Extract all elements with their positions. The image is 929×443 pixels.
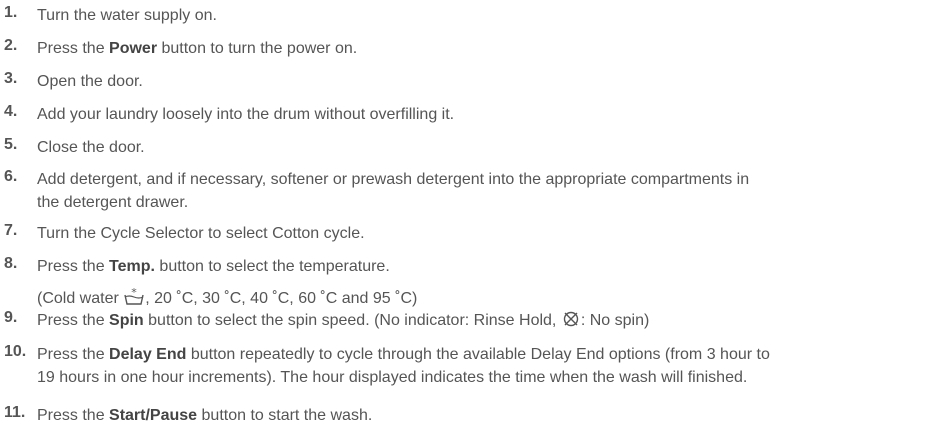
- svg-text:*: *: [132, 288, 138, 299]
- step-number: 6.: [4, 168, 18, 185]
- step-text: Press the Power button to turn the power…: [37, 40, 358, 57]
- step-text: Press the Spin button to select the spin…: [37, 309, 925, 335]
- step-text: Turn the water supply on.: [37, 7, 217, 24]
- step-number: 9.: [4, 309, 18, 326]
- power-button-label: Power: [109, 40, 158, 57]
- step-number: 4.: [4, 103, 18, 120]
- step-text: Turn the Cycle Selector to select Cotton…: [37, 225, 365, 242]
- step-number: 10.: [4, 343, 27, 360]
- step-number: 3.: [4, 70, 18, 87]
- start-pause-button-label: Start/Pause: [109, 407, 198, 424]
- step-text: Open the door.: [37, 73, 143, 90]
- step-text: Press the Delay End button repeatedly to…: [37, 343, 925, 389]
- step-number: 2.: [4, 37, 18, 54]
- step-number: 5.: [4, 136, 18, 153]
- step-text-line: 19 hours in one hour increments). The ho…: [37, 369, 748, 386]
- step-text: Press the Temp. button to select the tem…: [37, 255, 925, 313]
- step-text: Press the Start/Pause button to start th…: [37, 407, 373, 424]
- delay-end-button-label: Delay End: [109, 346, 187, 363]
- spin-button-label: Spin: [109, 312, 144, 329]
- temp-button-label: Temp.: [109, 258, 155, 275]
- step-number: 7.: [4, 222, 18, 239]
- step-text: Close the door.: [37, 139, 145, 156]
- step-number: 1.: [4, 4, 18, 21]
- step-number: 11.: [4, 404, 26, 421]
- step-text: Add your laundry loosely into the drum w…: [37, 106, 455, 123]
- step-number: 8.: [4, 255, 18, 272]
- step-text: Add detergent, and if necessary, softene…: [37, 171, 750, 211]
- no-spin-icon: [562, 310, 580, 335]
